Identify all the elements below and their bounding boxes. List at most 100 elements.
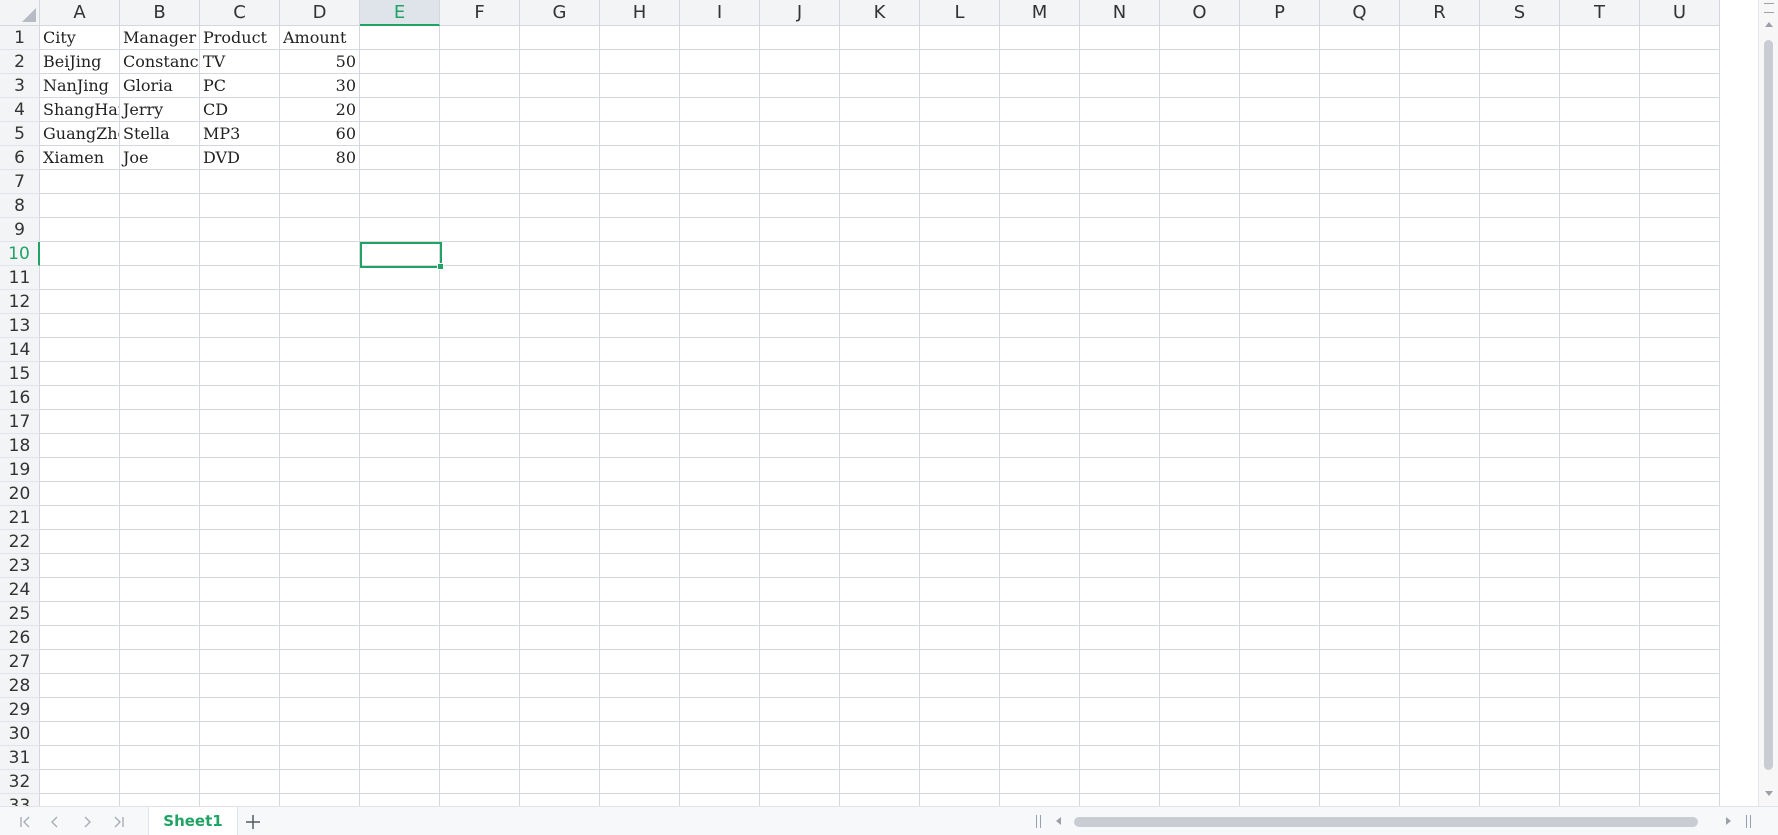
- cell-j33[interactable]: [760, 794, 840, 806]
- cell-f16[interactable]: [440, 386, 520, 410]
- cell-d13[interactable]: [280, 314, 360, 338]
- cell-g23[interactable]: [520, 554, 600, 578]
- cell-l17[interactable]: [920, 410, 1000, 434]
- row-header-26[interactable]: 26: [0, 626, 40, 650]
- cell-f24[interactable]: [440, 578, 520, 602]
- cell-c31[interactable]: [200, 746, 280, 770]
- cell-e21[interactable]: [360, 506, 440, 530]
- cell-j15[interactable]: [760, 362, 840, 386]
- cell-m9[interactable]: [1000, 218, 1080, 242]
- cell-e22[interactable]: [360, 530, 440, 554]
- cell-c24[interactable]: [200, 578, 280, 602]
- cell-k16[interactable]: [840, 386, 920, 410]
- cell-g25[interactable]: [520, 602, 600, 626]
- cell-f10[interactable]: [440, 242, 520, 266]
- cell-f26[interactable]: [440, 626, 520, 650]
- cell-n19[interactable]: [1080, 458, 1160, 482]
- cell-e25[interactable]: [360, 602, 440, 626]
- cell-t14[interactable]: [1560, 338, 1640, 362]
- cell-f33[interactable]: [440, 794, 520, 806]
- cell-l16[interactable]: [920, 386, 1000, 410]
- cell-u15[interactable]: [1640, 362, 1720, 386]
- cell-p14[interactable]: [1240, 338, 1320, 362]
- cell-e16[interactable]: [360, 386, 440, 410]
- cell-i9[interactable]: [680, 218, 760, 242]
- cell-i23[interactable]: [680, 554, 760, 578]
- cell-e28[interactable]: [360, 674, 440, 698]
- cell-m5[interactable]: [1000, 122, 1080, 146]
- cell-a8[interactable]: [40, 194, 120, 218]
- cell-s18[interactable]: [1480, 434, 1560, 458]
- row-header-1[interactable]: 1: [0, 26, 40, 50]
- cell-f13[interactable]: [440, 314, 520, 338]
- cell-e5[interactable]: [360, 122, 440, 146]
- cell-a14[interactable]: [40, 338, 120, 362]
- cell-b16[interactable]: [120, 386, 200, 410]
- cell-o28[interactable]: [1160, 674, 1240, 698]
- cell-r26[interactable]: [1400, 626, 1480, 650]
- cell-d28[interactable]: [280, 674, 360, 698]
- cell-g16[interactable]: [520, 386, 600, 410]
- cell-h7[interactable]: [600, 170, 680, 194]
- cell-i25[interactable]: [680, 602, 760, 626]
- cell-j21[interactable]: [760, 506, 840, 530]
- cell-e30[interactable]: [360, 722, 440, 746]
- cell-f27[interactable]: [440, 650, 520, 674]
- cell-o30[interactable]: [1160, 722, 1240, 746]
- column-header-j[interactable]: J: [760, 0, 840, 26]
- cell-l1[interactable]: [920, 26, 1000, 50]
- cell-q1[interactable]: [1320, 26, 1400, 50]
- cell-h3[interactable]: [600, 74, 680, 98]
- cell-j14[interactable]: [760, 338, 840, 362]
- cell-i26[interactable]: [680, 626, 760, 650]
- cell-l24[interactable]: [920, 578, 1000, 602]
- cell-n15[interactable]: [1080, 362, 1160, 386]
- cell-b27[interactable]: [120, 650, 200, 674]
- cell-i32[interactable]: [680, 770, 760, 794]
- cell-o15[interactable]: [1160, 362, 1240, 386]
- cell-n23[interactable]: [1080, 554, 1160, 578]
- cell-r17[interactable]: [1400, 410, 1480, 434]
- cell-d6[interactable]: 80: [280, 146, 360, 170]
- cell-l18[interactable]: [920, 434, 1000, 458]
- cell-b13[interactable]: [120, 314, 200, 338]
- cell-u30[interactable]: [1640, 722, 1720, 746]
- cell-k6[interactable]: [840, 146, 920, 170]
- row-header-21[interactable]: 21: [0, 506, 40, 530]
- cell-p33[interactable]: [1240, 794, 1320, 806]
- cell-d5[interactable]: 60: [280, 122, 360, 146]
- cell-c17[interactable]: [200, 410, 280, 434]
- cell-a13[interactable]: [40, 314, 120, 338]
- cell-c12[interactable]: [200, 290, 280, 314]
- cell-l27[interactable]: [920, 650, 1000, 674]
- cell-h28[interactable]: [600, 674, 680, 698]
- cell-g14[interactable]: [520, 338, 600, 362]
- cell-n17[interactable]: [1080, 410, 1160, 434]
- scroll-left-icon[interactable]: [1056, 817, 1061, 825]
- plus-icon[interactable]: [242, 811, 264, 833]
- cell-c13[interactable]: [200, 314, 280, 338]
- cell-c3[interactable]: PC: [200, 74, 280, 98]
- cell-j12[interactable]: [760, 290, 840, 314]
- cell-c9[interactable]: [200, 218, 280, 242]
- cell-b2[interactable]: Constance: [120, 50, 200, 74]
- cell-c1[interactable]: Product: [200, 26, 280, 50]
- cell-f5[interactable]: [440, 122, 520, 146]
- cell-l33[interactable]: [920, 794, 1000, 806]
- cell-e33[interactable]: [360, 794, 440, 806]
- cell-s7[interactable]: [1480, 170, 1560, 194]
- cell-g18[interactable]: [520, 434, 600, 458]
- cell-c2[interactable]: TV: [200, 50, 280, 74]
- cell-f18[interactable]: [440, 434, 520, 458]
- cell-f29[interactable]: [440, 698, 520, 722]
- cell-u10[interactable]: [1640, 242, 1720, 266]
- cell-p5[interactable]: [1240, 122, 1320, 146]
- select-all-corner[interactable]: [0, 0, 40, 26]
- cell-c25[interactable]: [200, 602, 280, 626]
- column-header-h[interactable]: H: [600, 0, 680, 26]
- horizontal-split-handle-icon[interactable]: [1036, 815, 1041, 828]
- cell-p31[interactable]: [1240, 746, 1320, 770]
- row-header-33[interactable]: 33: [0, 794, 40, 806]
- cell-r10[interactable]: [1400, 242, 1480, 266]
- row-header-28[interactable]: 28: [0, 674, 40, 698]
